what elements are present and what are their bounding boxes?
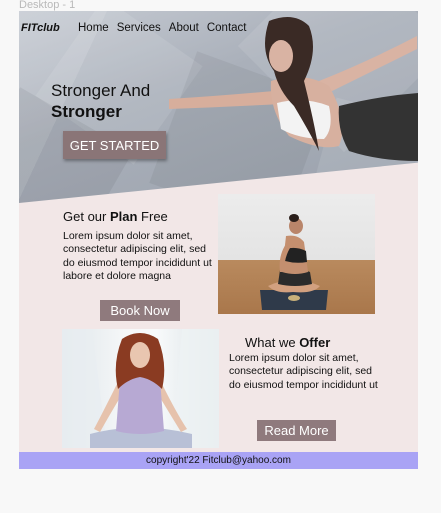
plan-description: Lorem ipsum dolor sit amet, consectetur … (63, 230, 212, 282)
hero-title-line2: Stronger (51, 102, 122, 121)
read-more-button[interactable]: Read More (257, 420, 336, 441)
book-now-button[interactable]: Book Now (100, 300, 180, 321)
seated-yoga-photo (218, 194, 375, 314)
frame-label: Desktop - 1 (19, 0, 76, 11)
offer-heading: What we Offer (245, 335, 330, 350)
plan-heading: Get our Plan Free (63, 209, 168, 224)
nav-contact[interactable]: Contact (207, 22, 247, 34)
nav-about[interactable]: About (169, 22, 199, 34)
offer-heading-bold: Offer (299, 335, 331, 350)
meditation-photo (62, 329, 219, 448)
plan-heading-bold: Plan (109, 209, 138, 224)
footer: copyright'22 Fitclub@yahoo.com (19, 452, 418, 469)
nav-home[interactable]: Home (78, 22, 109, 34)
hero-title: Stronger And Stronger (51, 80, 150, 122)
footer-copyright: copyright'22 Fitclub@yahoo.com (146, 455, 291, 466)
landing-page: FITclub Home Services About Contact Stro… (19, 11, 418, 469)
logo[interactable]: FITclub (21, 22, 78, 34)
offer-heading-pre: What we (245, 335, 300, 350)
plan-heading-post: Free (137, 209, 168, 224)
get-started-button[interactable]: GET STARTED (63, 131, 166, 159)
nav-services[interactable]: Services (117, 22, 161, 34)
offer-description: Lorem ipsum dolor sit amet, consectetur … (229, 352, 378, 391)
hero-title-line1: Stronger And (51, 81, 151, 100)
plan-heading-pre: Get our (63, 209, 110, 224)
top-nav: FITclub Home Services About Contact (21, 20, 255, 36)
